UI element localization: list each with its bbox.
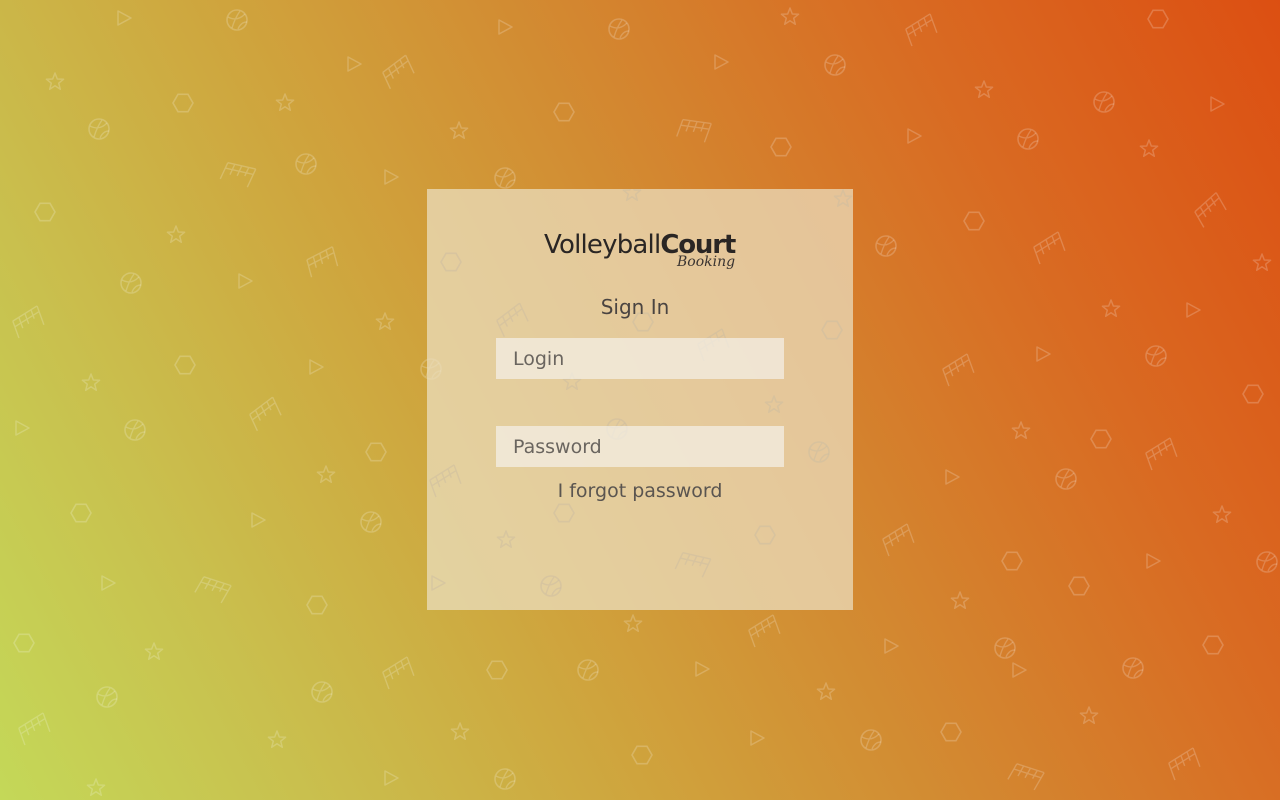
password-input[interactable] (496, 426, 784, 467)
brand-name-regular: Volleyball (544, 230, 661, 260)
brand-logo: VolleyballCourt Booking (544, 229, 744, 281)
sign-in-card: VolleyballCourt Booking Sign In I forgot… (427, 189, 853, 610)
brand-subtitle: Booking (677, 254, 736, 270)
sign-in-title: Sign In (600, 295, 670, 319)
login-input[interactable] (496, 338, 784, 379)
forgot-password-link[interactable]: I forgot password (427, 480, 853, 502)
